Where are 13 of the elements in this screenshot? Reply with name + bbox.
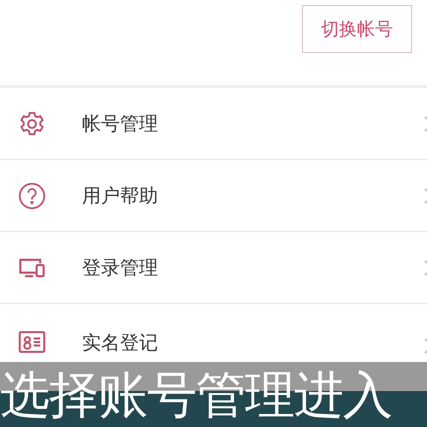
gear-icon xyxy=(18,110,46,138)
id-card-icon xyxy=(18,328,46,356)
menu-item[interactable]: 帐号管理 xyxy=(0,88,427,160)
menu-item[interactable]: 用户帮助 xyxy=(0,160,427,232)
menu-label: 实名登记 xyxy=(82,331,159,356)
menu-item[interactable]: 登录管理 xyxy=(0,232,427,304)
subtitle-text: 选择账号管理进入 xyxy=(0,366,392,424)
question-icon xyxy=(18,182,46,210)
menu-item[interactable]: 实名登记 xyxy=(0,304,427,359)
menu-label: 帐号管理 xyxy=(82,112,159,136)
menu-label: 用户帮助 xyxy=(82,184,159,208)
menu-label: 登录管理 xyxy=(82,256,159,280)
switch-account-button[interactable]: 切换帐号 xyxy=(302,5,412,53)
